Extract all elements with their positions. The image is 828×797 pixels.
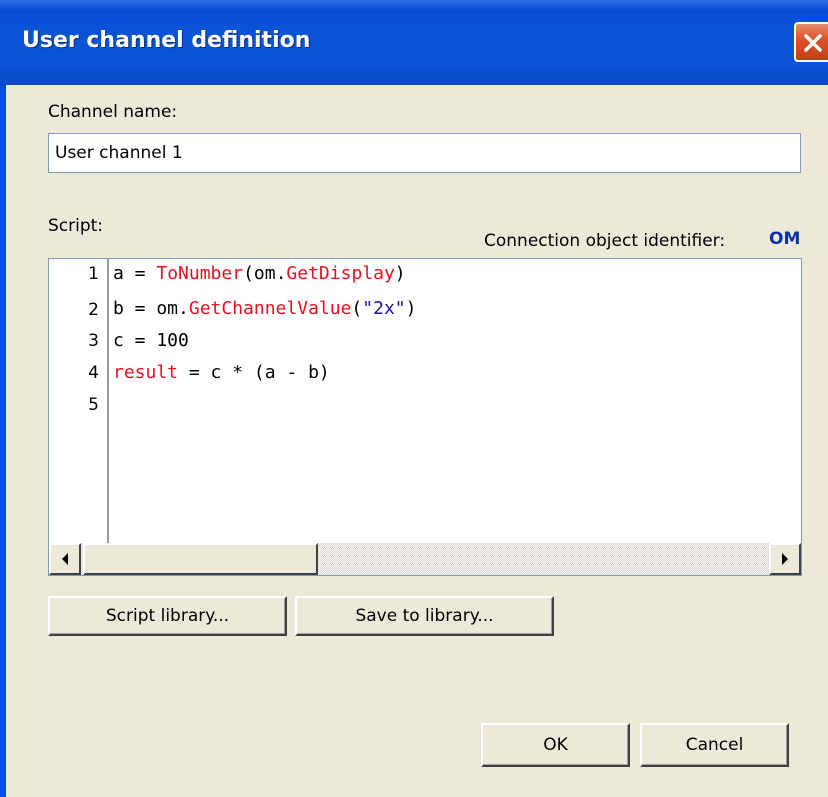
script-library-button[interactable]: Script library... xyxy=(48,596,287,636)
channel-name-label: Channel name: xyxy=(48,102,178,122)
code-token: GetChannelValue xyxy=(188,298,352,319)
scroll-right-button[interactable] xyxy=(769,543,801,575)
title-bar[interactable]: User channel definition xyxy=(0,0,828,85)
window-title: User channel definition xyxy=(22,28,311,53)
cancel-button[interactable]: Cancel xyxy=(640,723,789,767)
code-token: = c * (a - b) xyxy=(178,362,330,383)
code-token: GetDisplay xyxy=(286,263,395,284)
connection-identifier-value: OM xyxy=(769,229,801,249)
code-line[interactable]: b = om.GetChannelValue("2x") xyxy=(113,298,416,319)
code-token: ( xyxy=(351,298,363,319)
code-token: ) xyxy=(405,298,417,319)
code-token: ) xyxy=(394,263,406,284)
close-icon xyxy=(804,34,822,52)
save-to-library-button[interactable]: Save to library... xyxy=(295,596,554,636)
line-number: 3 xyxy=(88,331,99,351)
code-token: a = xyxy=(113,263,157,284)
code-token: c = 100 xyxy=(113,330,189,351)
scroll-left-button[interactable] xyxy=(49,543,81,575)
arrow-right-icon xyxy=(782,553,788,565)
code-token: result xyxy=(113,362,179,383)
close-button[interactable] xyxy=(794,22,828,62)
code-line[interactable]: result = c * (a - b) xyxy=(113,362,330,383)
code-token: (om. xyxy=(243,263,287,284)
line-number-gutter: 1 2 3 4 5 xyxy=(49,259,109,543)
code-token: ToNumber xyxy=(156,263,244,284)
code-line[interactable]: a = ToNumber(om.GetDisplay) xyxy=(113,263,406,284)
code-line[interactable]: c = 100 xyxy=(113,330,189,351)
line-number: 1 xyxy=(88,264,99,284)
channel-name-input[interactable] xyxy=(48,133,801,173)
horizontal-scrollbar[interactable] xyxy=(49,543,801,575)
code-token: "2x" xyxy=(362,298,406,319)
ok-button[interactable]: OK xyxy=(481,723,630,767)
scroll-thumb[interactable] xyxy=(83,543,318,575)
connection-identifier-label: Connection object identifier: xyxy=(484,231,726,251)
arrow-left-icon xyxy=(62,553,68,565)
line-number: 4 xyxy=(88,363,99,383)
script-label: Script: xyxy=(48,216,104,236)
line-number: 2 xyxy=(88,300,99,320)
line-number: 5 xyxy=(88,395,99,415)
script-editor[interactable]: 1 2 3 4 5 a = ToNumber(om.GetDisplay) b … xyxy=(48,258,802,576)
code-token: b = om. xyxy=(113,298,189,319)
